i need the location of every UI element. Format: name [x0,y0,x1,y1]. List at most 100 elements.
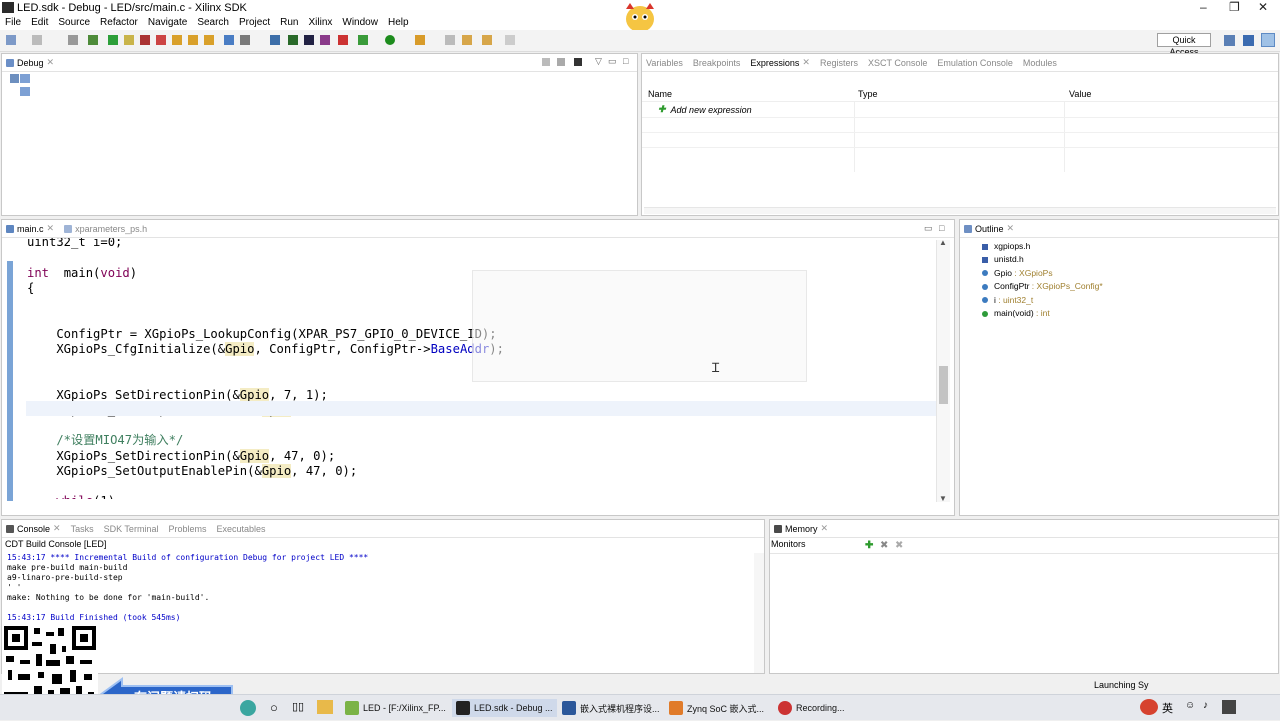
terminal-icon[interactable] [304,35,314,45]
column-value[interactable]: Value [1069,89,1091,99]
drop-to-frame-icon[interactable] [224,35,234,45]
view-menu-icon[interactable]: ▽ [595,56,602,67]
column-type[interactable]: Type [858,89,878,99]
menu-window[interactable]: Window [337,17,383,28]
taskbar-item-sdk[interactable]: LED.sdk - Debug ... [452,699,557,717]
code-line[interactable]: XGpioPs_SetDirectionPin(&Gpio, 47, 0); [27,448,335,464]
outline-item[interactable]: xgpiops.h [982,240,1103,253]
tab-debug[interactable]: Debug ✕ [2,54,60,72]
step-return-icon[interactable] [204,35,214,45]
menu-edit[interactable]: Edit [26,17,53,28]
close-icon[interactable]: ✕ [47,223,55,234]
taskbar-item-recording[interactable]: Recording... [778,699,845,717]
forward-icon[interactable] [482,35,492,45]
launch-tree-icon-2[interactable] [20,87,30,96]
tab-outline[interactable]: Outline ✕ [960,220,1020,238]
tab-variables[interactable]: Variables [642,54,689,72]
taskbar-item-word[interactable]: 嵌入式裸机程序设... [562,699,660,717]
remove-all-icon[interactable]: ✖ [895,540,903,551]
sogou-ime-icon[interactable] [1140,699,1158,715]
task-view-icon[interactable]: ▯▯ [292,700,304,713]
instruction-step-icon[interactable] [240,35,250,45]
minimize-view-icon[interactable]: ▭ [608,56,617,67]
open-perspective-icon[interactable] [1224,35,1235,46]
tab-xsct-console[interactable]: XSCT Console [864,54,933,72]
skip-breakpoints-icon[interactable] [88,35,98,45]
tab-main-c[interactable]: main.c ✕ [2,220,60,238]
outline-item[interactable]: i : uint32_t [982,294,1103,307]
horizontal-scrollbar[interactable] [644,207,1276,214]
menu-run[interactable]: Run [275,17,303,28]
back-icon[interactable] [462,35,472,45]
taskbar-item-vivado[interactable]: LED - [F:/Xilinx_FP... [345,699,446,717]
tab-registers[interactable]: Registers [816,54,864,72]
remove-launches-icon[interactable] [542,58,550,66]
tab-expressions[interactable]: Expressions ✕ [746,54,816,72]
new-icon[interactable] [6,35,16,45]
taskbar-item-zynq[interactable]: Zynq SoC 嵌入式... [669,699,764,717]
add-monitor-icon[interactable]: ✚ [865,540,873,551]
maximize-view-icon[interactable]: □ [623,56,628,66]
terminate-icon[interactable] [140,35,150,45]
action-center-icon[interactable] [1222,700,1236,714]
ime-mode[interactable]: 英 [1162,700,1173,716]
code-line[interactable]: int main(void) [27,266,137,281]
add-expression-row[interactable]: ✚ Add new expression [658,104,752,115]
code-line[interactable]: XGpioPs_CfgInitialize(&Gpio, ConfigPtr, … [27,341,504,357]
launch-tree-icon[interactable] [20,74,30,83]
debug-run-icon[interactable] [358,35,368,45]
bootimage-icon[interactable] [320,35,330,45]
code-line[interactable]: /*设置MIO47为输入*/ [27,433,183,448]
cortana-icon[interactable]: ○ [270,700,278,715]
outline-item[interactable]: ConfigPtr : XGpioPs_Config* [982,280,1103,293]
remove-monitor-icon[interactable]: ✖ [880,540,888,551]
run-icon[interactable] [385,35,395,45]
quick-access-field[interactable]: Quick Access [1157,33,1211,57]
vertical-scrollbar[interactable]: ▲ ▼ [936,238,950,503]
code-line[interactable]: uint32_t i=0; [27,238,122,250]
save-icon[interactable] [32,35,42,45]
outline-item[interactable]: Gpio : XGpioPs [982,267,1103,280]
tab-emulation-console[interactable]: Emulation Console [933,54,1019,72]
suspend-icon[interactable] [124,35,134,45]
tab-xparameters[interactable]: xparameters_ps.h [60,220,153,238]
external-tools-icon[interactable] [415,35,425,45]
maximize-editor-icon[interactable]: □ [939,223,944,233]
console-scrollbar[interactable] [754,553,764,673]
minimize-editor-icon[interactable]: ▭ [924,223,933,234]
column-name[interactable]: Name [648,89,672,99]
app-icon-green[interactable] [240,700,256,716]
menu-help[interactable]: Help [383,17,414,28]
tray-icon-1[interactable]: ☺ [1185,700,1195,711]
last-edit-icon[interactable] [505,35,515,45]
file-explorer-icon[interactable] [317,700,333,714]
tab-memory[interactable]: Memory ✕ [770,520,834,538]
close-icon[interactable]: ✕ [802,57,810,68]
close-icon[interactable]: ✕ [821,523,829,534]
resume-icon[interactable] [108,35,118,45]
tab-modules[interactable]: Modules [1019,54,1063,72]
close-icon[interactable]: ✕ [47,57,55,68]
print-icon[interactable] [68,35,78,45]
step-over-icon[interactable] [188,35,198,45]
tab-breakpoints[interactable]: Breakpoints [689,54,747,72]
menu-xilinx[interactable]: Xilinx [303,17,337,28]
code-line[interactable]: ConfigPtr = XGpioPs_LookupConfig(XPAR_PS… [27,327,496,342]
collapse-icon[interactable] [557,58,565,66]
launch-icon[interactable] [10,74,19,83]
close-icon[interactable]: ✕ [53,523,61,534]
code-line[interactable]: while(1) [27,494,115,499]
tab-sdk-terminal[interactable]: SDK Terminal [100,520,165,538]
tab-tasks[interactable]: Tasks [67,520,100,538]
debug-perspective-icon[interactable] [1261,33,1275,47]
step-filters-icon[interactable] [574,58,582,66]
console-output[interactable]: 15:43:17 **** Incremental Build of confi… [2,553,754,673]
menu-search[interactable]: Search [192,17,234,28]
close-button[interactable]: ✕ [1258,0,1268,14]
tab-console[interactable]: Console ✕ [2,520,67,538]
close-icon[interactable]: ✕ [1007,223,1015,234]
menu-refactor[interactable]: Refactor [95,17,143,28]
c-perspective-icon[interactable] [1243,35,1254,46]
menu-project[interactable]: Project [234,17,275,28]
code-line[interactable]: { [27,281,34,296]
